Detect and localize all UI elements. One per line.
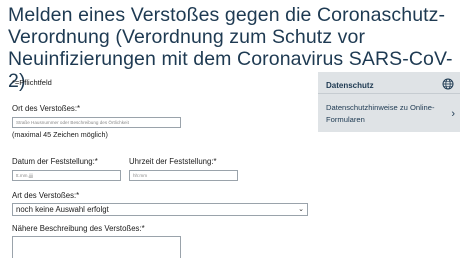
chevron-down-icon: ⌄: [298, 206, 304, 213]
violation-type-label: Art des Verstoßes:*: [12, 191, 80, 200]
description-label: Nähere Beschreibung des Verstoßes:*: [12, 224, 145, 233]
location-input[interactable]: [12, 117, 181, 128]
chevron-right-icon[interactable]: ›: [451, 108, 455, 120]
globe-icon: [442, 78, 454, 90]
required-field-note: *=Pflichtfeld: [12, 78, 52, 87]
time-label: Uhrzeit der Feststellung:*: [129, 157, 217, 166]
privacy-panel: Datenschutz Datenschutzhinweise zu Onlin…: [318, 72, 460, 132]
time-input[interactable]: [129, 170, 238, 181]
location-label: Ort des Verstoßes:*: [12, 104, 81, 113]
violation-type-select[interactable]: noch keine Auswahl erfolgt ⌄: [12, 203, 308, 216]
privacy-panel-title: Datenschutz: [326, 81, 374, 90]
location-hint: (maximal 45 Zeichen möglich): [12, 130, 108, 139]
privacy-panel-header: Datenschutz: [318, 72, 460, 94]
date-label: Datum der Feststellung:*: [12, 157, 98, 166]
description-textarea[interactable]: [12, 236, 181, 258]
violation-type-selected: noch keine Auswahl erfolgt: [16, 205, 109, 214]
date-input[interactable]: [12, 170, 121, 181]
privacy-notice-link[interactable]: Datenschutzhinweise zu Online-Formularen: [326, 102, 444, 126]
